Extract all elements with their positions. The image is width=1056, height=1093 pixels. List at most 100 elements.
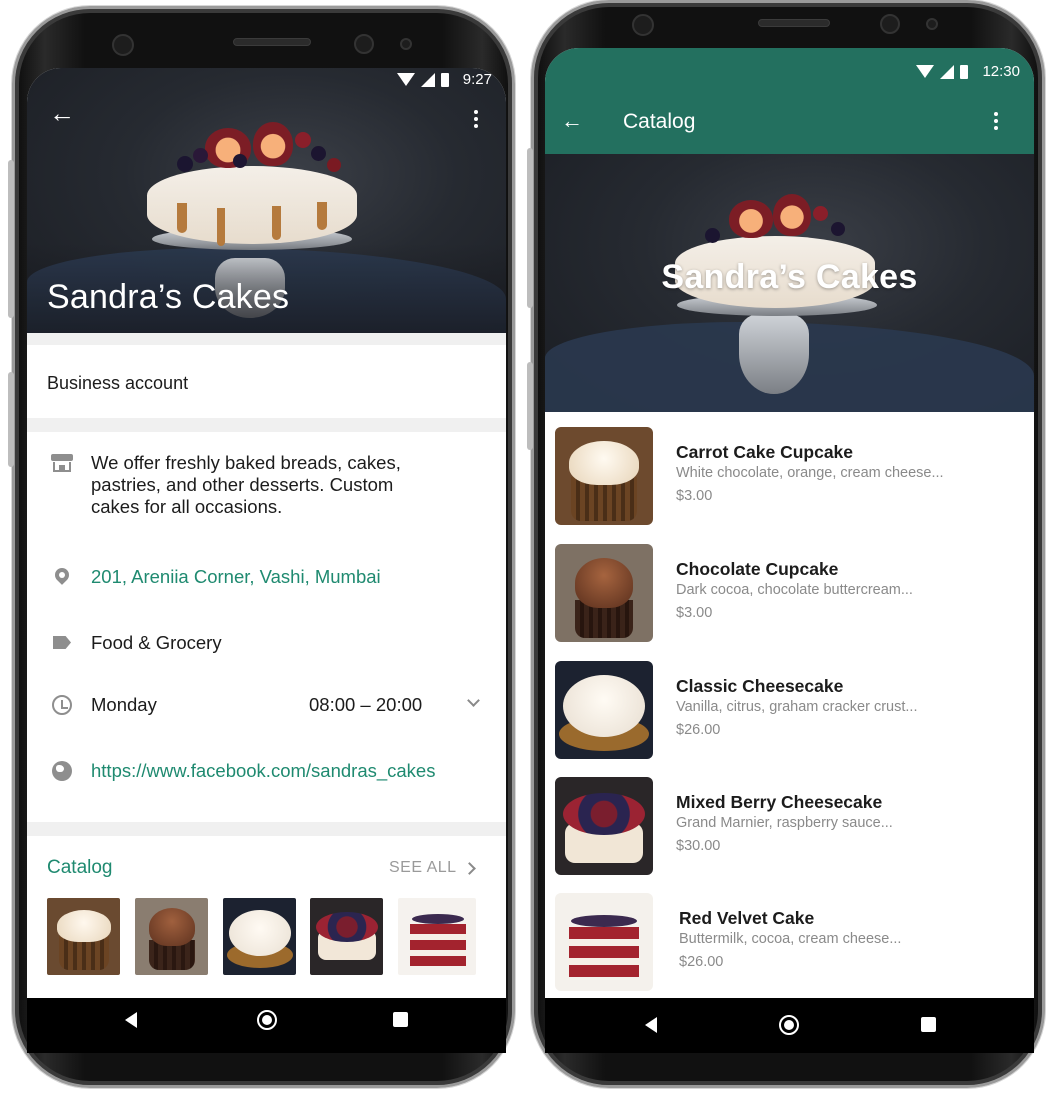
catalog-thumbnail-red-velvet[interactable]	[398, 898, 476, 975]
side-button-right	[527, 362, 533, 450]
catalog-thumbnail-berry-cheesecake[interactable]	[310, 898, 383, 975]
side-button-left	[8, 372, 14, 467]
product-row[interactable]: Classic Cheesecake Vanilla, citrus, grah…	[545, 656, 1034, 768]
fig-topping	[729, 200, 773, 238]
divider	[27, 333, 506, 345]
hours-day: Monday	[91, 694, 157, 715]
volume-button-left	[8, 160, 14, 318]
caramel-drip	[272, 206, 281, 240]
product-image	[555, 544, 653, 642]
store-icon	[51, 452, 73, 474]
see-all-button[interactable]: SEE ALL	[389, 859, 457, 877]
nav-recents-icon[interactable]	[921, 1017, 936, 1032]
product-name: Carrot Cake Cupcake	[676, 442, 854, 462]
business-name: Sandra’s Cakes	[661, 258, 918, 296]
volume-button-right	[527, 148, 533, 308]
divider	[27, 418, 506, 432]
caramel-drip	[177, 203, 187, 233]
business-website[interactable]: https://www.facebook.com/sandras_cakes	[91, 760, 435, 782]
nav-home-icon[interactable]	[257, 1010, 277, 1030]
business-address[interactable]: 201, Areniia Corner, Vashi, Mumbai	[91, 566, 381, 588]
product-price: $26.00	[679, 954, 724, 970]
product-description: Grand Marnier, raspberry sauce...	[676, 815, 893, 831]
blackberry	[193, 148, 208, 163]
more-options-icon[interactable]	[993, 112, 999, 134]
signal-icon	[940, 64, 955, 79]
blackberry	[311, 146, 326, 161]
product-name: Classic Cheesecake	[676, 676, 844, 696]
status-time: 12:30	[982, 63, 1020, 80]
more-options-icon[interactable]	[473, 110, 479, 132]
navigation-bar-right	[545, 998, 1034, 1053]
business-description: We offer freshly baked breads, cakes, pa…	[91, 452, 401, 517]
blackberry	[705, 228, 720, 243]
product-description: White chocolate, orange, cream cheese...	[676, 465, 944, 481]
cherry	[813, 206, 828, 221]
tag-icon	[51, 632, 73, 654]
product-row[interactable]: Chocolate Cupcake Dark cocoa, chocolate …	[545, 539, 1034, 651]
caramel-drip	[217, 208, 225, 246]
status-bar: 12:30	[545, 60, 1034, 82]
fig-topping	[773, 194, 811, 236]
product-row[interactable]: Red Velvet Cake Buttermilk, cocoa, cream…	[545, 888, 1034, 998]
status-bar: 9:27	[27, 68, 506, 90]
page-title: Catalog	[623, 110, 696, 133]
cherry	[295, 132, 311, 148]
catalog-thumbnail-carrot-cupcake[interactable]	[47, 898, 120, 975]
fig-topping	[253, 122, 293, 166]
sensor-small-right	[926, 18, 938, 30]
earpiece-left	[233, 38, 311, 46]
screen-right: 12:30 ← Catalog Sandra’s Cakes Carrot Ca…	[545, 48, 1034, 998]
wifi-icon	[396, 73, 415, 86]
blackberry	[831, 222, 845, 236]
sensor-left	[354, 34, 374, 54]
nav-recents-icon[interactable]	[393, 1012, 408, 1027]
battery-icon	[440, 72, 449, 87]
hours-time: 08:00 – 20:00	[309, 694, 423, 715]
product-description: Vanilla, citrus, graham cracker crust...	[676, 699, 918, 715]
location-pin-icon	[51, 565, 73, 588]
product-price: $3.00	[676, 605, 713, 621]
divider	[27, 822, 506, 836]
cherry	[327, 158, 341, 172]
catalog-heading: Catalog	[47, 857, 113, 878]
product-price: $3.00	[676, 488, 713, 504]
screen-left: 9:27 ← Sandra’s Cakes Business account W…	[27, 68, 506, 998]
product-description: Dark cocoa, chocolate buttercream...	[676, 582, 913, 598]
battery-icon	[960, 64, 969, 79]
product-image	[555, 427, 653, 525]
nav-back-icon[interactable]	[645, 1017, 657, 1033]
product-image	[555, 777, 653, 875]
back-arrow-icon[interactable]: ←	[49, 100, 75, 126]
nav-home-icon[interactable]	[779, 1015, 799, 1035]
product-price: $26.00	[676, 722, 721, 738]
cake-stand	[739, 314, 809, 394]
status-time: 9:27	[462, 71, 492, 88]
front-camera-left	[112, 34, 134, 56]
product-name: Chocolate Cupcake	[676, 559, 839, 579]
caramel-drip	[317, 202, 327, 230]
business-name: Sandra’s Cakes	[47, 278, 290, 316]
product-image	[555, 893, 653, 991]
globe-icon	[51, 760, 73, 782]
sensor-small-left	[400, 38, 412, 50]
sensor-right	[880, 14, 900, 34]
back-arrow-icon[interactable]: ←	[561, 110, 583, 132]
earpiece-right	[758, 19, 830, 27]
product-price: $30.00	[676, 838, 721, 854]
product-name: Mixed Berry Cheesecake	[676, 792, 883, 812]
product-description: Buttermilk, cocoa, cream cheese...	[679, 931, 902, 947]
nav-back-icon[interactable]	[125, 1012, 137, 1028]
product-row[interactable]: Mixed Berry Cheesecake Grand Marnier, ra…	[545, 772, 1034, 884]
catalog-thumbnail-chocolate-cupcake[interactable]	[135, 898, 208, 975]
catalog-thumbnail-cheesecake[interactable]	[223, 898, 296, 975]
blackberry	[233, 154, 247, 168]
clock-icon	[51, 694, 73, 716]
product-image	[555, 661, 653, 759]
product-row[interactable]: Carrot Cake Cupcake White chocolate, ora…	[545, 422, 1034, 534]
signal-icon	[420, 72, 435, 87]
business-account-label: Business account	[47, 373, 189, 393]
blackberry	[177, 156, 193, 172]
navigation-bar-left	[27, 998, 506, 1053]
wifi-icon	[916, 65, 935, 78]
